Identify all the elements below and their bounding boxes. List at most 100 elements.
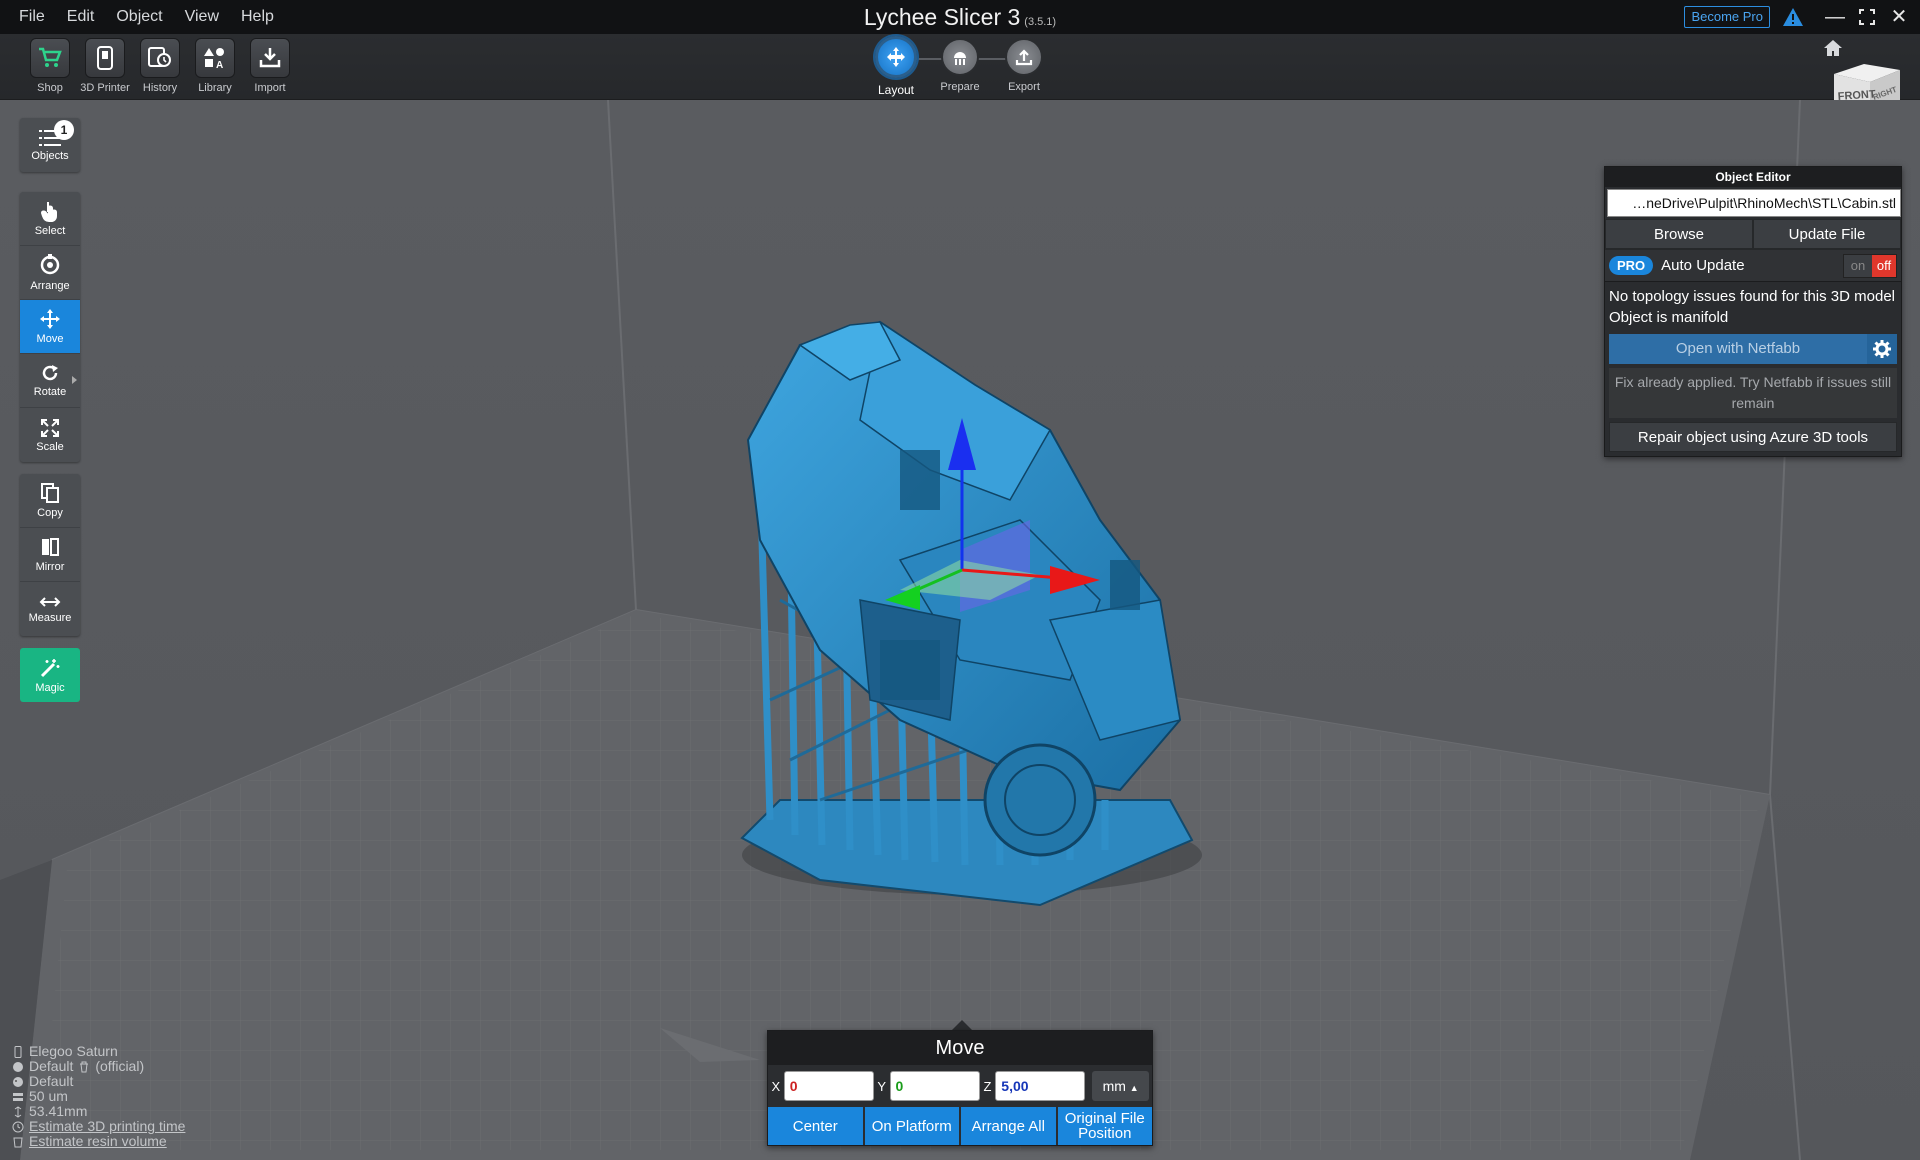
measure-label: Measure: [28, 611, 72, 624]
update-file-button[interactable]: Update File: [1753, 219, 1901, 249]
prepare-step-icon: [941, 38, 979, 76]
menu-help[interactable]: Help: [230, 0, 285, 34]
rotate-tool-button[interactable]: Rotate: [20, 354, 80, 408]
toggle-off[interactable]: off: [1872, 254, 1896, 277]
move-panel-pointer: [952, 1020, 972, 1030]
menu-edit[interactable]: Edit: [56, 0, 106, 34]
height-icon: [14, 1105, 22, 1118]
close-icon[interactable]: ✕: [1886, 4, 1912, 30]
mirror-tool-button[interactable]: Mirror: [20, 528, 80, 582]
become-pro-button[interactable]: Become Pro: [1684, 6, 1770, 28]
mirror-icon: [42, 538, 59, 556]
minimize-icon[interactable]: —: [1822, 4, 1848, 30]
warning-icon[interactable]: [1782, 7, 1804, 27]
move-tool-button[interactable]: Move: [20, 300, 80, 354]
manifold-message: Object is manifold: [1609, 309, 1729, 326]
menu-bar: File Edit Object View Help: [8, 0, 285, 34]
auto-update-label: Auto Update: [1661, 257, 1745, 274]
objects-label: Objects: [31, 149, 69, 162]
printer-icon: [85, 38, 125, 78]
step-export[interactable]: Export: [994, 38, 1054, 93]
estimate-time-line: Estimate 3D printing time: [12, 1119, 185, 1134]
magic-wand-icon: [40, 658, 60, 677]
layout-step-icon: [875, 36, 917, 78]
copy-tool-button[interactable]: Copy: [20, 474, 80, 528]
move-arrows-icon: [40, 309, 60, 329]
caret-up-icon: ▲: [1129, 1083, 1139, 1093]
open-netfabb-button[interactable]: Open with Netfabb: [1609, 334, 1867, 364]
magic-label: Magic: [35, 681, 65, 694]
x-axis-label: X: [771, 1078, 781, 1094]
object-editor-title: Object Editor: [1605, 167, 1901, 187]
resin-line: Default (official): [12, 1059, 185, 1074]
model-height: 53.41mm: [29, 1103, 88, 1119]
resin-drop-icon: [13, 1061, 23, 1072]
prepare-step-label: Prepare: [940, 81, 980, 93]
z-coordinate-input[interactable]: [995, 1071, 1086, 1101]
import-button[interactable]: Import: [248, 38, 292, 94]
shop-button[interactable]: Shop: [28, 38, 72, 94]
y-coordinate-input[interactable]: [889, 1071, 980, 1101]
y-axis-label: Y: [877, 1078, 886, 1094]
auto-update-toggle[interactable]: on off: [1843, 253, 1897, 278]
scale-icon: [41, 418, 59, 437]
fix-applied-message: Fix already applied. Try Netfabb if issu…: [1609, 368, 1897, 418]
arrange-all-button[interactable]: Arrange All: [961, 1107, 1056, 1145]
objects-button[interactable]: Objects 1: [20, 118, 80, 172]
arrange-tool-button[interactable]: Arrange: [20, 246, 80, 300]
file-path-field[interactable]: [1607, 189, 1901, 217]
3d-printer-button[interactable]: 3D Printer: [80, 38, 130, 94]
rotate-label: Rotate: [33, 386, 67, 398]
layer-icon: [13, 1092, 23, 1101]
center-button[interactable]: Center: [768, 1107, 863, 1145]
expand-arrow-icon[interactable]: [72, 376, 77, 384]
x-coordinate-input[interactable]: [783, 1071, 874, 1101]
magic-tool-button[interactable]: Magic: [20, 648, 80, 702]
netfabb-row: Open with Netfabb: [1609, 334, 1897, 364]
step-layout[interactable]: Layout: [866, 36, 926, 97]
azure-repair-button[interactable]: Repair object using Azure 3D tools: [1609, 422, 1897, 452]
title-bar: File Edit Object View Help Lychee Slicer…: [0, 0, 1920, 34]
unit-dropdown[interactable]: mm ▲: [1092, 1071, 1149, 1101]
arrange-label: Arrange: [30, 280, 70, 292]
svg-text:A: A: [216, 60, 223, 70]
import-icon: [250, 38, 290, 78]
move-actions-row: Center On Platform Arrange All Original …: [768, 1107, 1152, 1145]
printer-name: Elegoo Saturn: [29, 1043, 118, 1059]
on-platform-button[interactable]: On Platform: [864, 1107, 959, 1145]
scale-tool-button[interactable]: Scale: [20, 408, 80, 462]
profile-line: Default: [12, 1074, 185, 1089]
browse-button[interactable]: Browse: [1605, 219, 1753, 249]
menu-file[interactable]: File: [8, 0, 56, 34]
menu-object[interactable]: Object: [105, 0, 173, 34]
estimate-time-link[interactable]: Estimate 3D printing time: [29, 1119, 185, 1134]
unit-value: mm: [1102, 1078, 1126, 1094]
measure-tool-button[interactable]: Measure: [20, 582, 80, 636]
rotate-icon: [42, 365, 58, 381]
original-position-button[interactable]: Original File Position: [1057, 1107, 1152, 1145]
trash-icon[interactable]: [78, 1061, 90, 1073]
move-panel: Move X Y Z mm ▲ Center On Platform Arran…: [767, 1030, 1153, 1146]
move-label: Move: [36, 333, 64, 345]
move-panel-title: Move: [768, 1031, 1152, 1065]
edit-tools-group: Copy Mirror Measure: [20, 474, 80, 636]
gear-icon[interactable]: [1867, 334, 1897, 364]
maximize-icon[interactable]: [1854, 4, 1880, 30]
z-axis-label: Z: [983, 1078, 992, 1094]
menu-view[interactable]: View: [174, 0, 230, 34]
select-tool-button[interactable]: Select: [20, 192, 80, 246]
copy-icon: [41, 483, 59, 503]
home-icon[interactable]: [1822, 38, 1844, 58]
magic-tool-group: Magic: [20, 648, 80, 702]
history-button[interactable]: History: [138, 38, 182, 94]
step-prepare[interactable]: Prepare: [930, 38, 990, 93]
height-line: 53.41mm: [12, 1104, 185, 1119]
estimate-volume-link[interactable]: Estimate resin volume: [29, 1134, 167, 1149]
clock-icon: [12, 1121, 24, 1132]
library-button[interactable]: A Library: [193, 38, 237, 94]
coordinate-inputs: X Y Z mm ▲: [768, 1065, 1152, 1107]
toggle-on[interactable]: on: [1844, 254, 1872, 277]
phone-printer-icon: [14, 1045, 22, 1058]
file-actions-row: Browse Update File: [1605, 219, 1901, 249]
scale-label: Scale: [36, 440, 64, 453]
